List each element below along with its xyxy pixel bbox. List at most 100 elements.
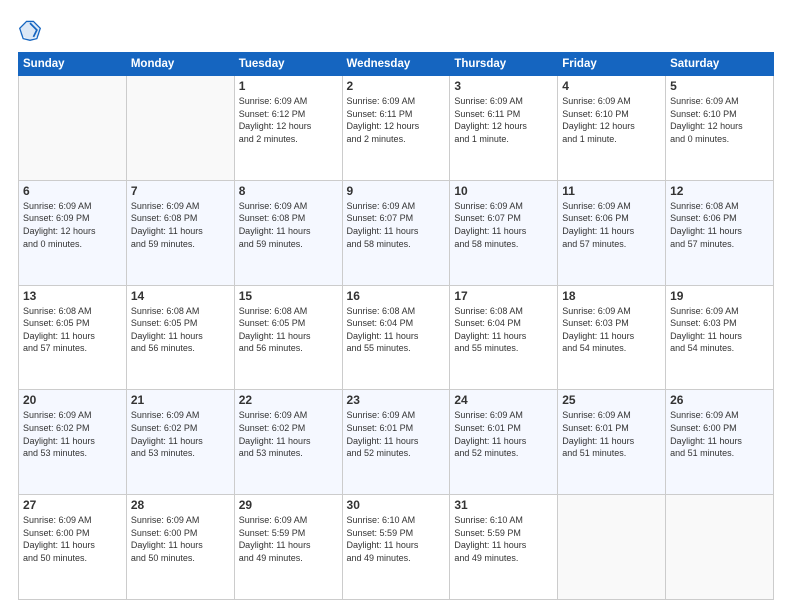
calendar-cell: 31 Sunrise: 6:10 AM Sunset: 5:59 PM Dayli… — [450, 495, 558, 600]
calendar-cell — [19, 76, 127, 181]
cell-info: Sunrise: 6:10 AM Sunset: 5:59 PM Dayligh… — [454, 514, 553, 564]
calendar-cell: 10 Sunrise: 6:09 AM Sunset: 6:07 PM Dayli… — [450, 180, 558, 285]
day-number: 22 — [239, 393, 338, 407]
calendar-cell: 3 Sunrise: 6:09 AM Sunset: 6:11 PM Daylig… — [450, 76, 558, 181]
day-number: 20 — [23, 393, 122, 407]
day-number: 9 — [347, 184, 446, 198]
calendar-cell: 14Sunrise: 6:08 AM Sunset: 6:05 PM Dayli… — [126, 285, 234, 390]
day-number: 27 — [23, 498, 122, 512]
cell-info: Sunrise: 6:08 AM Sunset: 6:05 PM Dayligh… — [239, 305, 338, 355]
cell-info: Sunrise: 6:09 AM Sunset: 6:01 PM Dayligh… — [454, 409, 553, 459]
day-number: 7 — [131, 184, 230, 198]
cell-info: Sunrise: 6:09 AM Sunset: 6:03 PM Dayligh… — [562, 305, 661, 355]
calendar-cell: 26 Sunrise: 6:09 AM Sunset: 6:00 PM Dayli… — [666, 390, 774, 495]
calendar-week-row: 1Sunrise: 6:09 AM Sunset: 6:12 PM Daylig… — [19, 76, 774, 181]
calendar-cell: 25 Sunrise: 6:09 AM Sunset: 6:01 PM Dayli… — [558, 390, 666, 495]
calendar-week-row: 13Sunrise: 6:08 AM Sunset: 6:05 PM Dayli… — [19, 285, 774, 390]
calendar-header-friday: Friday — [558, 53, 666, 76]
calendar-cell: 17 Sunrise: 6:08 AM Sunset: 6:04 PM Dayli… — [450, 285, 558, 390]
cell-info: Sunrise: 6:09 AM Sunset: 6:08 PM Dayligh… — [131, 200, 230, 250]
cell-info: Sunrise: 6:09 AM Sunset: 6:00 PM Dayligh… — [23, 514, 122, 564]
calendar-cell: 23 Sunrise: 6:09 AM Sunset: 6:01 PM Dayli… — [342, 390, 450, 495]
calendar-table: SundayMondayTuesdayWednesdayThursdayFrid… — [18, 52, 774, 600]
calendar-cell: 19 Sunrise: 6:09 AM Sunset: 6:03 PM Dayli… — [666, 285, 774, 390]
calendar-header-wednesday: Wednesday — [342, 53, 450, 76]
calendar-cell: 4 Sunrise: 6:09 AM Sunset: 6:10 PM Daylig… — [558, 76, 666, 181]
cell-info: Sunrise: 6:10 AM Sunset: 5:59 PM Dayligh… — [347, 514, 446, 564]
cell-info: Sunrise: 6:09 AM Sunset: 6:01 PM Dayligh… — [562, 409, 661, 459]
cell-info: Sunrise: 6:09 AM Sunset: 6:10 PM Dayligh… — [562, 95, 661, 145]
day-number: 12 — [670, 184, 769, 198]
cell-info: Sunrise: 6:09 AM Sunset: 6:12 PM Dayligh… — [239, 95, 338, 145]
calendar-cell: 20 Sunrise: 6:09 AM Sunset: 6:02 PM Dayli… — [19, 390, 127, 495]
calendar-cell: 22 Sunrise: 6:09 AM Sunset: 6:02 PM Dayli… — [234, 390, 342, 495]
cell-info: Sunrise: 6:09 AM Sunset: 5:59 PM Dayligh… — [239, 514, 338, 564]
calendar-cell: 16 Sunrise: 6:08 AM Sunset: 6:04 PM Dayli… — [342, 285, 450, 390]
calendar-header-monday: Monday — [126, 53, 234, 76]
calendar-cell: 6 Sunrise: 6:09 AM Sunset: 6:09 PM Daylig… — [19, 180, 127, 285]
calendar-header-row: SundayMondayTuesdayWednesdayThursdayFrid… — [19, 53, 774, 76]
cell-info: Sunrise: 6:09 AM Sunset: 6:00 PM Dayligh… — [131, 514, 230, 564]
cell-info: Sunrise: 6:09 AM Sunset: 6:08 PM Dayligh… — [239, 200, 338, 250]
cell-info: Sunrise: 6:09 AM Sunset: 6:11 PM Dayligh… — [347, 95, 446, 145]
calendar-cell: 13Sunrise: 6:08 AM Sunset: 6:05 PM Dayli… — [19, 285, 127, 390]
cell-info: Sunrise: 6:09 AM Sunset: 6:00 PM Dayligh… — [670, 409, 769, 459]
calendar-cell: 5 Sunrise: 6:09 AM Sunset: 6:10 PM Daylig… — [666, 76, 774, 181]
day-number: 25 — [562, 393, 661, 407]
day-number: 17 — [454, 289, 553, 303]
cell-info: Sunrise: 6:09 AM Sunset: 6:03 PM Dayligh… — [670, 305, 769, 355]
cell-info: Sunrise: 6:09 AM Sunset: 6:06 PM Dayligh… — [562, 200, 661, 250]
day-number: 31 — [454, 498, 553, 512]
calendar-header-thursday: Thursday — [450, 53, 558, 76]
cell-info: Sunrise: 6:08 AM Sunset: 6:04 PM Dayligh… — [454, 305, 553, 355]
cell-info: Sunrise: 6:09 AM Sunset: 6:09 PM Dayligh… — [23, 200, 122, 250]
day-number: 19 — [670, 289, 769, 303]
day-number: 4 — [562, 79, 661, 93]
day-number: 18 — [562, 289, 661, 303]
calendar-cell: 29 Sunrise: 6:09 AM Sunset: 5:59 PM Dayli… — [234, 495, 342, 600]
day-number: 15 — [239, 289, 338, 303]
calendar-cell: 11 Sunrise: 6:09 AM Sunset: 6:06 PM Dayli… — [558, 180, 666, 285]
calendar-cell: 2Sunrise: 6:09 AM Sunset: 6:11 PM Daylig… — [342, 76, 450, 181]
calendar-week-row: 20 Sunrise: 6:09 AM Sunset: 6:02 PM Dayli… — [19, 390, 774, 495]
day-number: 6 — [23, 184, 122, 198]
day-number: 28 — [131, 498, 230, 512]
cell-info: Sunrise: 6:09 AM Sunset: 6:01 PM Dayligh… — [347, 409, 446, 459]
cell-info: Sunrise: 6:08 AM Sunset: 6:05 PM Dayligh… — [131, 305, 230, 355]
day-number: 3 — [454, 79, 553, 93]
day-number: 10 — [454, 184, 553, 198]
calendar-cell: 9Sunrise: 6:09 AM Sunset: 6:07 PM Daylig… — [342, 180, 450, 285]
calendar-cell: 8 Sunrise: 6:09 AM Sunset: 6:08 PM Daylig… — [234, 180, 342, 285]
cell-info: Sunrise: 6:09 AM Sunset: 6:07 PM Dayligh… — [454, 200, 553, 250]
day-number: 11 — [562, 184, 661, 198]
calendar-week-row: 27 Sunrise: 6:09 AM Sunset: 6:00 PM Dayli… — [19, 495, 774, 600]
cell-info: Sunrise: 6:09 AM Sunset: 6:02 PM Dayligh… — [23, 409, 122, 459]
day-number: 5 — [670, 79, 769, 93]
calendar-header-sunday: Sunday — [19, 53, 127, 76]
day-number: 24 — [454, 393, 553, 407]
day-number: 23 — [347, 393, 446, 407]
calendar-cell: 1Sunrise: 6:09 AM Sunset: 6:12 PM Daylig… — [234, 76, 342, 181]
calendar-cell: 15 Sunrise: 6:08 AM Sunset: 6:05 PM Dayli… — [234, 285, 342, 390]
cell-info: Sunrise: 6:08 AM Sunset: 6:06 PM Dayligh… — [670, 200, 769, 250]
day-number: 29 — [239, 498, 338, 512]
cell-info: Sunrise: 6:09 AM Sunset: 6:02 PM Dayligh… — [131, 409, 230, 459]
calendar-cell — [666, 495, 774, 600]
cell-info: Sunrise: 6:08 AM Sunset: 6:04 PM Dayligh… — [347, 305, 446, 355]
calendar-header-tuesday: Tuesday — [234, 53, 342, 76]
calendar-cell: 24 Sunrise: 6:09 AM Sunset: 6:01 PM Dayli… — [450, 390, 558, 495]
day-number: 8 — [239, 184, 338, 198]
day-number: 30 — [347, 498, 446, 512]
calendar-cell: 28 Sunrise: 6:09 AM Sunset: 6:00 PM Dayli… — [126, 495, 234, 600]
page: SundayMondayTuesdayWednesdayThursdayFrid… — [0, 0, 792, 612]
calendar-header-saturday: Saturday — [666, 53, 774, 76]
day-number: 26 — [670, 393, 769, 407]
calendar-cell: 30 Sunrise: 6:10 AM Sunset: 5:59 PM Dayli… — [342, 495, 450, 600]
calendar-week-row: 6 Sunrise: 6:09 AM Sunset: 6:09 PM Daylig… — [19, 180, 774, 285]
calendar-cell: 7 Sunrise: 6:09 AM Sunset: 6:08 PM Daylig… — [126, 180, 234, 285]
day-number: 16 — [347, 289, 446, 303]
cell-info: Sunrise: 6:09 AM Sunset: 6:11 PM Dayligh… — [454, 95, 553, 145]
cell-info: Sunrise: 6:09 AM Sunset: 6:10 PM Dayligh… — [670, 95, 769, 145]
cell-info: Sunrise: 6:09 AM Sunset: 6:02 PM Dayligh… — [239, 409, 338, 459]
calendar-cell: 27 Sunrise: 6:09 AM Sunset: 6:00 PM Dayli… — [19, 495, 127, 600]
